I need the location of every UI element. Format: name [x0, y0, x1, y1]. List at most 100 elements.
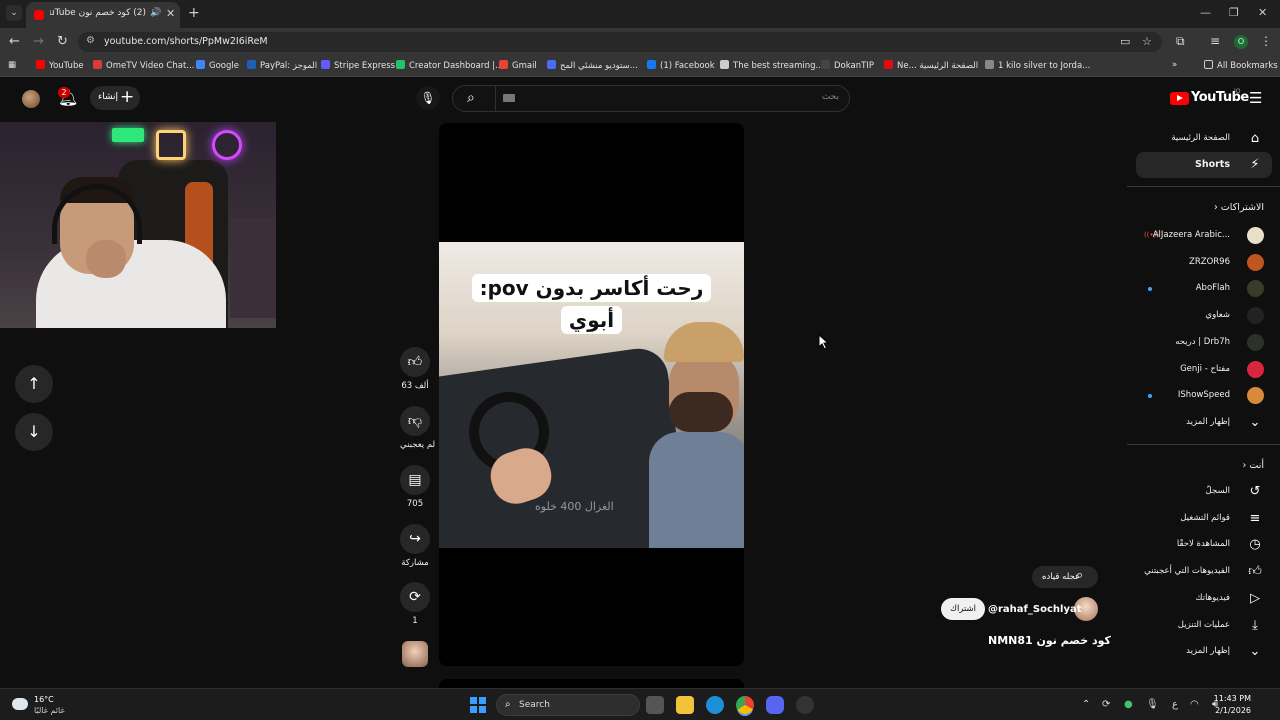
create-button[interactable]: إنشاء +: [90, 86, 140, 110]
comment-icon[interactable]: ▤: [400, 465, 430, 495]
dislike-action[interactable]: 👎︎ لم يعجبني: [400, 406, 435, 450]
bookmark-item[interactable]: YouTube: [36, 60, 84, 71]
share-action[interactable]: ↪ مشاركة: [400, 524, 430, 568]
keyboard-icon[interactable]: [503, 94, 515, 102]
taskbar-search[interactable]: ⌕ Search: [496, 694, 640, 716]
previous-short-button[interactable]: ↑: [15, 365, 53, 403]
sound-channel-thumbnail[interactable]: [402, 641, 428, 667]
sidebar-subscription-item[interactable]: AboFlah: [1136, 276, 1272, 302]
tab-search-button[interactable]: ⌄: [6, 5, 22, 21]
search-input[interactable]: ⌕ بحث: [452, 85, 850, 112]
edge-icon[interactable]: [706, 696, 724, 714]
sidebar-you-item[interactable]: فيديوهاتك ▷: [1136, 586, 1272, 612]
bookmark-item[interactable]: Stripe Express: [321, 60, 395, 71]
bookmark-label: (1) Facebook: [660, 61, 715, 71]
sidebar-subscription-item[interactable]: ZRZOR96: [1136, 250, 1272, 276]
discord-icon[interactable]: [766, 696, 784, 714]
restore-icon[interactable]: ❐: [1229, 6, 1239, 19]
bookmark-item[interactable]: The best streaming...: [720, 60, 824, 71]
bookmark-item[interactable]: ستوديو منشئي المح...: [547, 60, 638, 71]
bookmark-item[interactable]: Ne... الصفحة الرئيسية: [884, 60, 978, 71]
search-icon[interactable]: ⌕: [467, 90, 475, 106]
like-action[interactable]: 👍︎ 63 ألف: [400, 347, 430, 391]
next-short-button[interactable]: ↓: [15, 413, 53, 451]
sidebar-show-more[interactable]: إظهار المزيد ⌄: [1136, 639, 1272, 665]
bookmark-star-icon[interactable]: ☆: [1142, 35, 1152, 48]
sidebar-show-more[interactable]: إظهار المزيد ⌄: [1136, 410, 1272, 436]
file-explorer-icon[interactable]: [676, 696, 694, 714]
comments-action[interactable]: ▤ 705: [400, 465, 430, 509]
account-avatar[interactable]: [22, 90, 40, 108]
apps-grid-icon[interactable]: ▦: [8, 60, 16, 70]
bookmark-item[interactable]: Creator Dashboard |...: [396, 60, 503, 71]
weather-description[interactable]: غائم غالبًا: [34, 706, 65, 715]
input-language[interactable]: ع: [1172, 699, 1178, 710]
bookmark-item[interactable]: Google: [196, 60, 239, 71]
sidebar-subscription-item[interactable]: شعاوي: [1136, 303, 1272, 329]
media-control-icon[interactable]: ≡: [1210, 34, 1220, 48]
remix-icon[interactable]: ⟳: [400, 582, 430, 612]
weather-temperature[interactable]: 16°C: [34, 695, 54, 704]
sidebar-subscription-item[interactable]: IShowSpeed: [1136, 383, 1272, 409]
minimize-icon[interactable]: —: [1200, 6, 1211, 19]
sidebar-you-item[interactable]: الفيديوهات التي أعجبتني 👍︎: [1136, 559, 1272, 585]
sidebar-you-item[interactable]: السجلّ ↺: [1136, 479, 1272, 505]
more-bookmarks-icon[interactable]: »: [1172, 60, 1177, 70]
short-video-player[interactable]: رحت أكاسر بدون pov: أبوي الغزال 400 خلوه: [439, 123, 744, 666]
windows-start-icon[interactable]: [470, 697, 486, 713]
bookmark-item[interactable]: PayPal: الموجز: [247, 60, 317, 71]
back-icon[interactable]: ←: [9, 34, 20, 49]
sidebar-item-shorts[interactable]: Shorts ⚡︎: [1136, 152, 1272, 178]
sidebar-item-home[interactable]: الصفحة الرئيسية ⌂: [1136, 126, 1272, 152]
tray-mic-icon[interactable]: 🎙︎: [1146, 699, 1159, 710]
all-bookmarks[interactable]: All Bookmarks: [1204, 60, 1278, 71]
channel-handle[interactable]: @rahaf_Sochlyat: [988, 604, 1082, 615]
sidebar-subscription-item[interactable]: Genji - مفتاح: [1136, 357, 1272, 383]
sidebar-you-item[interactable]: المشاهدة لاحقًا ◷: [1136, 532, 1272, 558]
reload-icon[interactable]: ↻: [57, 34, 68, 49]
voice-search-mic-icon[interactable]: 🎙︎: [416, 86, 440, 110]
address-bar[interactable]: ⚙ youtube.com/shorts/PpMw2I6iReM ▭ ☆: [78, 32, 1162, 52]
guide-menu-icon[interactable]: ☰: [1249, 89, 1262, 107]
like-icon[interactable]: 👍︎: [400, 347, 430, 377]
bookmark-item[interactable]: Gmail: [499, 60, 537, 71]
sidebar-subscription-item[interactable]: ((•)) AlJazeera Arabic...: [1136, 223, 1272, 249]
wifi-icon[interactable]: ◠: [1190, 699, 1199, 710]
cast-icon[interactable]: ▭: [1120, 35, 1130, 48]
share-icon[interactable]: ↪: [400, 524, 430, 554]
sidebar-subscription-item[interactable]: دريحه | Drb7h: [1136, 330, 1272, 356]
dislike-icon[interactable]: 👎︎: [400, 406, 430, 436]
subscribe-button[interactable]: اشتراك: [941, 598, 985, 620]
extensions-icon[interactable]: ⧉: [1176, 34, 1185, 49]
tray-sync-icon[interactable]: ⟳: [1102, 699, 1110, 710]
site-info-icon[interactable]: ⚙: [86, 35, 95, 46]
sidebar-you-item[interactable]: عمليات التنزيل ⤓: [1136, 613, 1272, 639]
tray-chevron-icon[interactable]: ⌃: [1082, 699, 1090, 710]
bookmark-item[interactable]: DokanTIP: [821, 60, 874, 71]
short-title[interactable]: كود خصم نون NMN81: [988, 634, 1111, 647]
chrome-icon[interactable]: [736, 696, 754, 714]
obs-icon[interactable]: [796, 696, 814, 714]
chrome-menu-icon[interactable]: ⋮: [1260, 34, 1272, 48]
clock-time[interactable]: 11:43 PM: [1207, 694, 1251, 703]
bookmark-item[interactable]: (1) Facebook: [647, 60, 715, 71]
youtube-logo-icon[interactable]: [1170, 92, 1189, 105]
subscriptions-heading[interactable]: › الاشتراكات: [1214, 202, 1264, 213]
bookmark-item[interactable]: 1 kilo silver to Jorda...: [985, 60, 1090, 71]
close-window-icon[interactable]: ✕: [1258, 6, 1267, 19]
you-heading[interactable]: › أنت: [1243, 460, 1264, 471]
remix-action[interactable]: ⟳ 1: [400, 582, 430, 626]
forward-icon[interactable]: →: [33, 34, 44, 49]
new-tab-button[interactable]: +: [188, 5, 200, 21]
sidebar-you-item[interactable]: قوائم التشغيل ≡: [1136, 506, 1272, 532]
task-view-icon[interactable]: [646, 696, 664, 714]
clock-date[interactable]: 2/1/2026: [1207, 706, 1251, 715]
sound-chip[interactable]: عجله قياده ⌕: [1032, 566, 1098, 588]
tab-close-icon[interactable]: ✕: [166, 7, 175, 20]
speaker-icon[interactable]: 🔊: [150, 8, 161, 18]
browser-tab[interactable]: (2) كود خصم نون NMN81 - YouTube 🔊 ✕: [26, 2, 180, 28]
profile-avatar[interactable]: O: [1234, 35, 1248, 49]
bookmark-item[interactable]: OmeTV Video Chat...: [93, 60, 194, 71]
weather-cloud-icon[interactable]: [10, 694, 28, 710]
tray-status-icon[interactable]: ●: [1124, 699, 1133, 710]
